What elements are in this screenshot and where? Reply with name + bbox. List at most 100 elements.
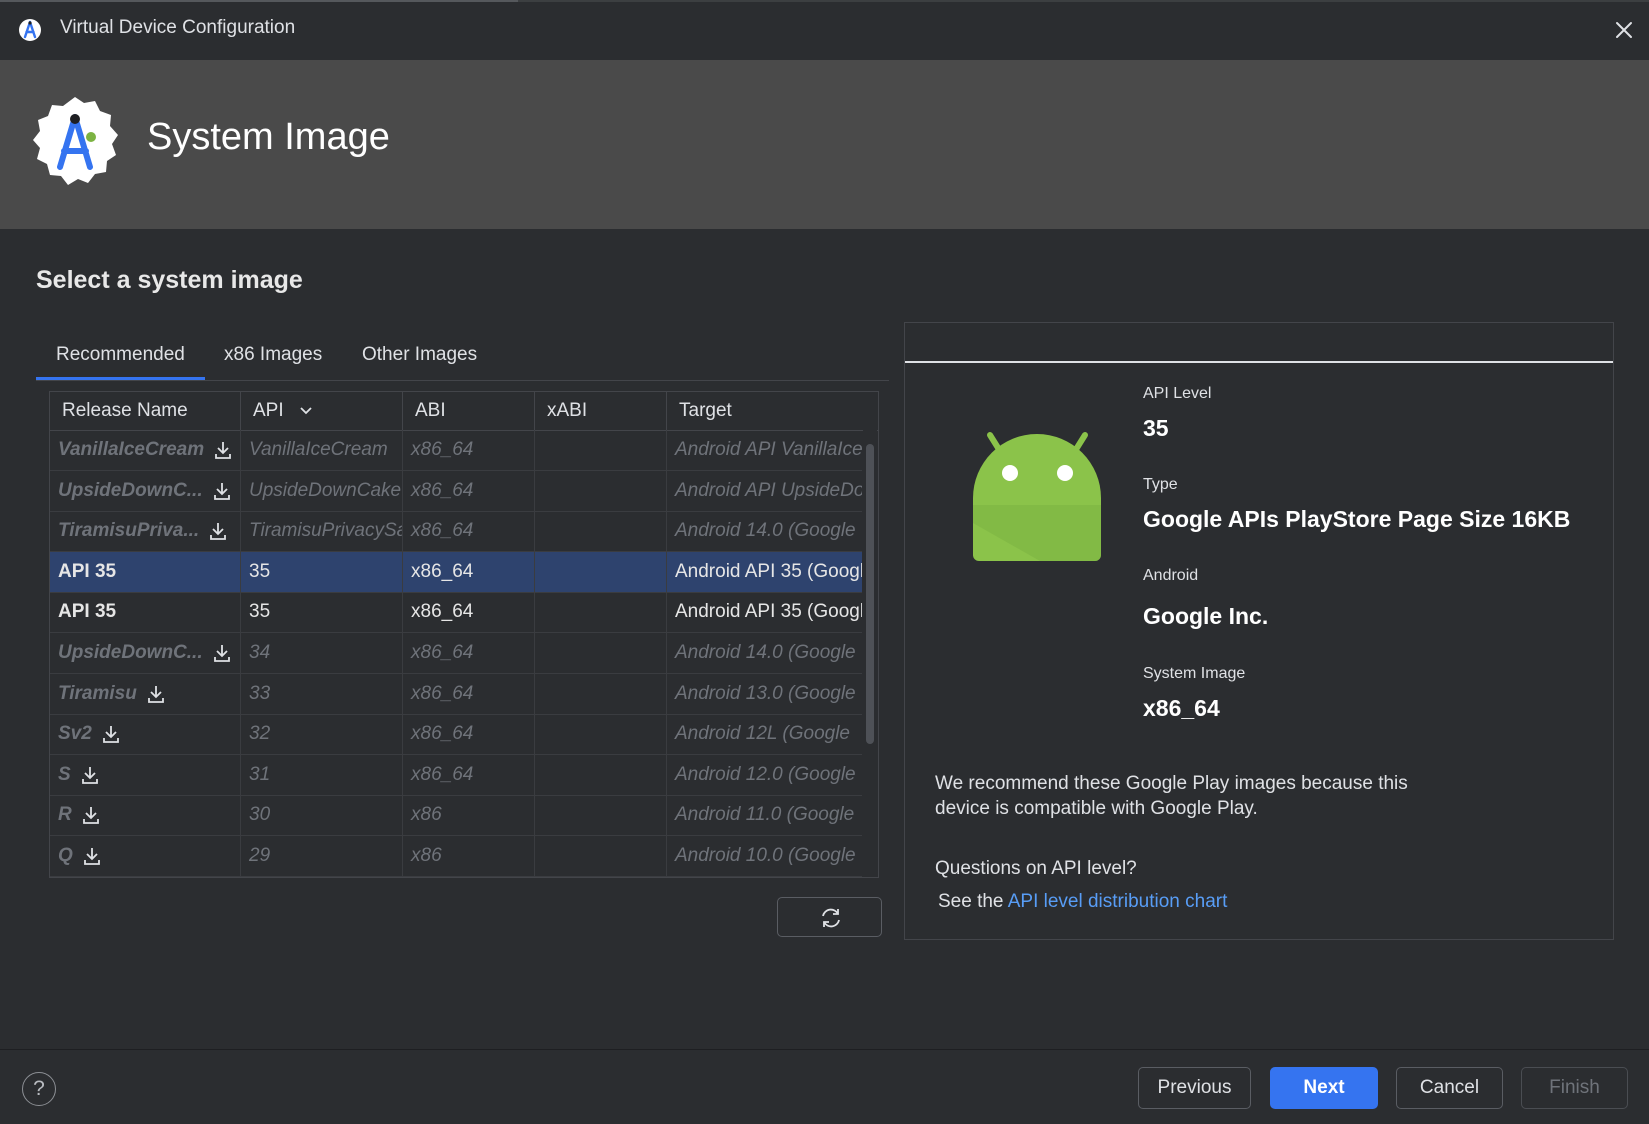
release-name-cell: VanillaIceCream	[50, 430, 241, 470]
column-header-target[interactable]: Target	[667, 392, 878, 430]
release-name-cell: Sv2	[50, 714, 241, 755]
abi-cell: x86_64	[403, 673, 535, 714]
column-header-label: ABI	[415, 400, 446, 421]
api-cell: 31	[241, 754, 403, 795]
release-name-cell: S	[50, 754, 241, 795]
target-cell-text: Android API UpsideDo	[675, 479, 862, 501]
api-chart-line: See the API level distribution chart	[938, 889, 1227, 914]
column-header-api[interactable]: API	[241, 392, 403, 430]
xabi-cell	[535, 673, 667, 714]
table-row[interactable]: Tiramisu 33 x86_64 Android 13.0 (Google	[50, 673, 862, 715]
android-studio-logo	[33, 97, 118, 185]
download-icon[interactable]	[211, 642, 233, 664]
table-row[interactable]: Sv2 32 x86_64 Android 12L (Google	[50, 714, 862, 756]
api-cell: 33	[241, 673, 403, 714]
target-cell-text: Android 12.0 (Google	[675, 763, 856, 785]
abi-cell-text: x86_64	[411, 439, 474, 460]
xabi-cell	[535, 470, 667, 511]
column-header-label: API	[253, 400, 284, 421]
download-icon[interactable]	[100, 723, 122, 745]
download-icon[interactable]	[79, 764, 101, 786]
recommend-text-line: device is compatible with Google Play.	[935, 798, 1258, 819]
refresh-button[interactable]	[777, 897, 882, 937]
android-value: Google Inc.	[1143, 603, 1269, 629]
api-distribution-link[interactable]: API level distribution chart	[1008, 891, 1228, 912]
section-title: Select a system image	[36, 266, 303, 294]
release-name-cell: API 35	[50, 592, 241, 633]
table-row[interactable]: VanillaIceCream VanillaIceCream x86_64 Andr…	[50, 430, 862, 471]
type-value: Google APIs PlayStore Page Size 16KB	[1143, 506, 1571, 532]
abi-cell: x86_64	[403, 633, 535, 673]
abi-cell: x86	[403, 836, 535, 876]
see-the-text: See the	[938, 891, 1004, 912]
abi-cell: x86_64	[403, 511, 535, 552]
column-header-label: Release Name	[62, 400, 188, 421]
release-name-cell-text: UpsideDownC...	[58, 479, 203, 501]
release-name-cell-text: S	[58, 763, 71, 785]
target-cell-text: Android 14.0 (Google	[675, 520, 856, 542]
abi-cell: x86_64	[403, 430, 535, 470]
column-header-xabi[interactable]: xABI	[535, 392, 667, 430]
table-scrollbar[interactable]	[863, 430, 877, 877]
api-cell-text: 35	[249, 601, 271, 623]
table-row[interactable]: UpsideDownC... 34 x86_64 Android 14.0 (Goog…	[50, 633, 862, 674]
android-label: Android	[1143, 567, 1199, 584]
table-row[interactable]: API 35 35 x86_64 Android API 35 (Google	[50, 592, 862, 634]
target-cell: Android 12L (Google	[667, 714, 862, 754]
table-row[interactable]: TiramisuPriva... TiramisuPrivacySa x86_64 A…	[50, 511, 862, 553]
scrollbar-thumb[interactable]	[866, 444, 874, 744]
tab-x86-images[interactable]: x86 Images	[204, 336, 342, 380]
tab-recommended[interactable]: Recommended	[36, 336, 205, 381]
download-icon[interactable]	[145, 683, 167, 705]
close-icon[interactable]	[1610, 16, 1638, 44]
recommend-text: We recommend these Google Play images be…	[935, 771, 1408, 821]
release-name-cell: UpsideDownC...	[50, 470, 241, 511]
api-cell: 34	[241, 633, 403, 673]
previous-button[interactable]: Previous	[1138, 1067, 1251, 1109]
target-cell-text: Android 11.0 (Google	[675, 804, 855, 826]
system-image-table: Release Name API ABI xABI Target Vanilla…	[49, 391, 879, 878]
download-icon[interactable]	[211, 480, 233, 502]
abi-cell-text: x86_64	[411, 642, 474, 663]
abi-cell: x86	[403, 795, 535, 836]
table-row[interactable]: API 35 35 x86_64 Android API 35 (Google	[50, 551, 862, 593]
system-image-value: x86_64	[1143, 695, 1220, 721]
target-cell: Android API UpsideDo	[667, 471, 862, 511]
next-button[interactable]: Next	[1270, 1067, 1378, 1109]
download-icon[interactable]	[207, 520, 229, 542]
abi-cell: x86_64	[403, 714, 535, 755]
header-banner: System Image	[0, 60, 1649, 229]
help-button[interactable]: ?	[22, 1072, 56, 1106]
target-cell-text: Android API VanillaIce	[675, 439, 862, 460]
finish-button[interactable]: Finish	[1521, 1067, 1628, 1109]
release-name-cell-text: API 35	[58, 560, 117, 582]
target-cell-text: Android 10.0 (Google	[675, 845, 856, 866]
download-icon[interactable]	[80, 804, 102, 826]
column-header-abi[interactable]: ABI	[403, 392, 535, 430]
table-row[interactable]: Q 29 x86 Android 10.0 (Google	[50, 836, 862, 877]
target-cell: Android 14.0 (Google	[667, 633, 862, 673]
xabi-cell	[535, 836, 667, 876]
column-header-release-name[interactable]: Release Name	[50, 392, 241, 430]
download-icon[interactable]	[212, 439, 234, 461]
api-cell: TiramisuPrivacySa	[241, 511, 403, 552]
target-cell: Android 10.0 (Google	[667, 836, 862, 876]
tab-other-images[interactable]: Other Images	[342, 336, 497, 380]
table-row[interactable]: R 30 x86 Android 11.0 (Google	[50, 795, 862, 837]
download-icon[interactable]	[81, 845, 103, 867]
release-name-cell-text: Q	[58, 845, 73, 866]
abi-cell-text: x86_64	[411, 601, 474, 623]
table-row[interactable]: S 31 x86_64 Android 12.0 (Google	[50, 754, 862, 796]
type-label: Type	[1143, 476, 1178, 493]
column-header-label: xABI	[547, 400, 588, 421]
xabi-cell	[535, 633, 667, 673]
table-row[interactable]: UpsideDownC... UpsideDownCake x86_64 Androi…	[50, 470, 862, 512]
api-cell-text: 31	[249, 763, 271, 785]
target-cell: Android 12.0 (Google	[667, 755, 862, 795]
release-name-cell-text: API 35	[58, 601, 117, 623]
cancel-button[interactable]: Cancel	[1396, 1067, 1503, 1109]
abi-cell: x86_64	[403, 551, 535, 592]
api-cell: VanillaIceCream	[241, 430, 403, 470]
api-cell-text: VanillaIceCream	[249, 439, 388, 460]
abi-cell-text: x86_64	[411, 723, 474, 745]
